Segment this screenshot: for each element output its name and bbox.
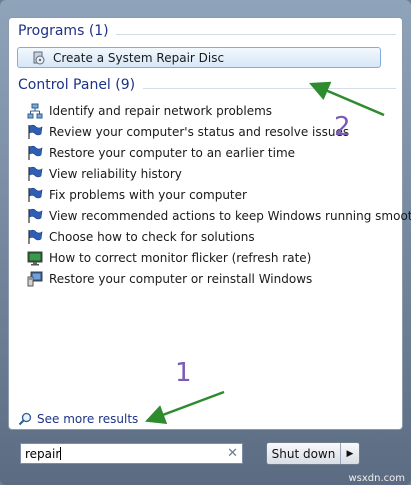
annotation-number-2: 2 xyxy=(334,112,351,142)
annotation-number-1: 1 xyxy=(175,358,192,388)
annotation-arrows xyxy=(144,81,385,424)
arrow-to-repair-disc xyxy=(309,81,385,117)
arrow-to-see-more xyxy=(144,390,225,424)
watermark: wsxdn.com xyxy=(348,473,405,484)
